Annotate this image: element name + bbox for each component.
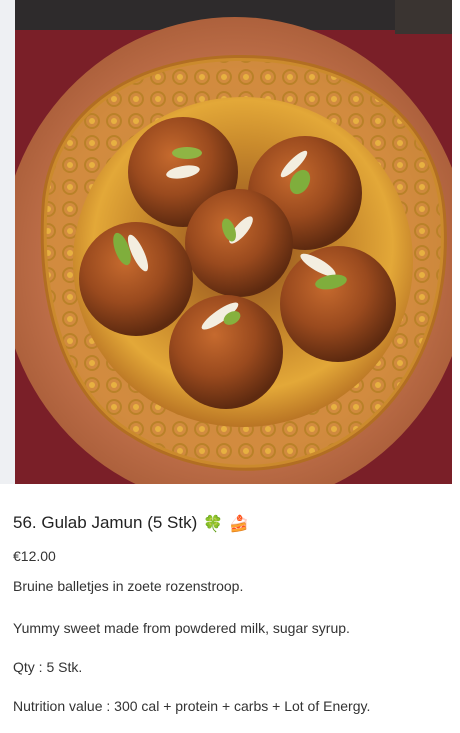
product-title: 56. Gulab Jamun (5 Stk) (13, 513, 198, 532)
product-info: 56. Gulab Jamun (5 Stk) 🍀 🍰 €12.00 Bruin… (13, 508, 450, 714)
product-quantity: Qty : 5 Stk. (13, 659, 83, 675)
clover-icon: 🍀 (203, 513, 224, 533)
cake-icon: 🍰 (229, 513, 250, 533)
product-description-dutch: Bruine balletjes in zoete rozenstroop. (13, 578, 244, 594)
product-price: €12.00 (13, 548, 56, 564)
left-margin-strip (0, 0, 15, 484)
product-title-row: 56. Gulab Jamun (5 Stk) 🍀 🍰 (13, 508, 450, 538)
product-image[interactable] (15, 0, 452, 484)
product-description-english: Yummy sweet made from powdered milk, sug… (13, 620, 350, 636)
product-nutrition: Nutrition value : 300 cal + protein + ca… (13, 698, 371, 714)
